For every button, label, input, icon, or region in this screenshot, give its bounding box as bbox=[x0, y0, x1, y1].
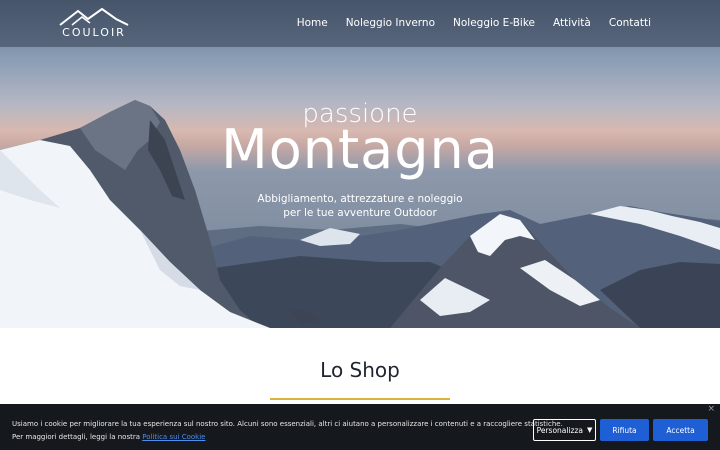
cookie-message-line2: Per maggiori dettagli, leggi la nostra P… bbox=[12, 431, 532, 444]
caret-down-icon: ▼ bbox=[587, 426, 593, 434]
cookie-message: Usiamo i cookie per migliorare la tua es… bbox=[12, 418, 563, 444]
main-nav: Home Noleggio Inverno Noleggio E-Bike At… bbox=[297, 17, 651, 29]
close-icon[interactable]: × bbox=[707, 404, 715, 414]
cookie-message-line1: Usiamo i cookie per migliorare la tua es… bbox=[12, 420, 563, 428]
brand-name: COULOIR bbox=[62, 26, 126, 39]
nav-item-noleggio-inverno[interactable]: Noleggio Inverno bbox=[346, 17, 435, 29]
nav-item-noleggio-ebike[interactable]: Noleggio E-Bike bbox=[453, 17, 535, 29]
hero-title: Montagna bbox=[221, 118, 499, 181]
cookie-banner: × Usiamo i cookie per migliorare la tua … bbox=[0, 404, 720, 450]
reject-button[interactable]: Rifiuta bbox=[600, 419, 649, 441]
accept-button[interactable]: Accetta bbox=[653, 419, 708, 441]
hero-tagline: Abbigliamento, attrezzature e noleggio p… bbox=[0, 192, 720, 220]
customize-button-label: Personalizza bbox=[536, 425, 584, 435]
brand-logo[interactable]: COULOIR bbox=[58, 7, 130, 41]
cookie-message-line2-text: Per maggiori dettagli, leggi la nostra bbox=[12, 432, 143, 441]
shop-title-divider bbox=[270, 398, 450, 400]
site-header: COULOIR Home Noleggio Inverno Noleggio E… bbox=[0, 0, 720, 47]
hero-tagline-line1: Abbigliamento, attrezzature e noleggio bbox=[257, 193, 463, 205]
hero-tagline-line2: per le tue avventure Outdoor bbox=[283, 207, 437, 219]
shop-section-title: Lo Shop bbox=[320, 358, 400, 382]
customize-button[interactable]: Personalizza ▼ bbox=[533, 419, 596, 441]
nav-item-contatti[interactable]: Contatti bbox=[609, 17, 651, 29]
nav-item-home[interactable]: Home bbox=[297, 17, 328, 29]
cookie-policy-link[interactable]: Politica sui Cookie bbox=[142, 433, 205, 441]
mountain-logo-icon bbox=[59, 7, 129, 26]
nav-item-attivita[interactable]: Attività bbox=[553, 17, 591, 29]
